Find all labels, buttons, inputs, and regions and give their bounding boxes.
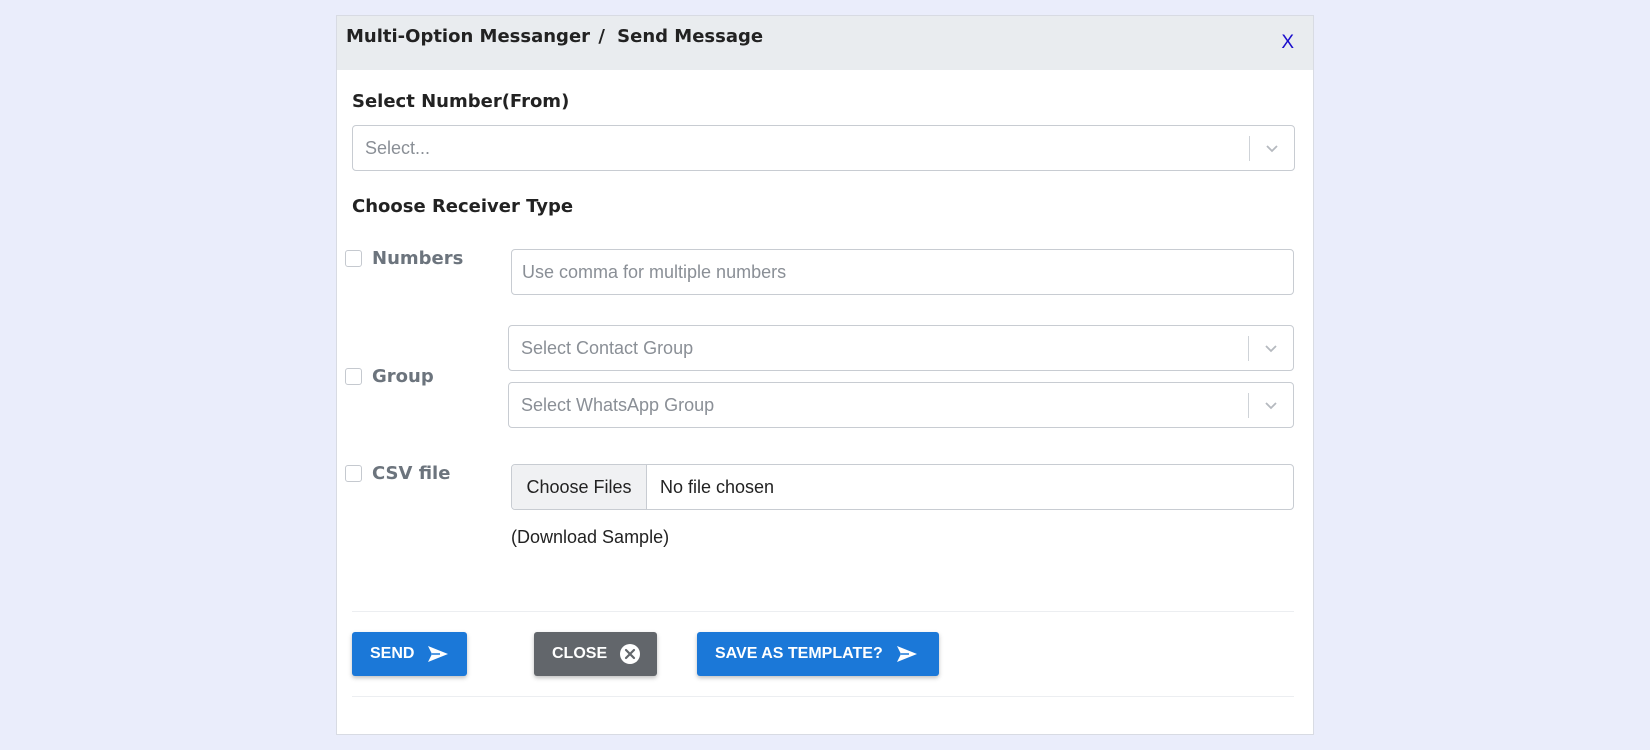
chevron-down-icon (1266, 145, 1278, 153)
save-template-label: SAVE AS TEMPLATE? (715, 645, 883, 662)
send-button[interactable]: SEND (352, 632, 467, 676)
download-sample-link[interactable]: (Download Sample) (511, 527, 669, 548)
contact-group-select[interactable]: Select Contact Group (508, 325, 1294, 371)
from-number-placeholder: Select... (365, 138, 431, 158)
close-button-label: CLOSE (552, 645, 608, 662)
chevron-down-icon (1265, 402, 1277, 410)
select-number-label: Select Number(From) (352, 91, 570, 112)
contact-group-placeholder: Select Contact Group (521, 338, 694, 358)
send-arrow-icon (896, 646, 917, 662)
modal-close-button[interactable]: X (1281, 32, 1294, 54)
numbers-label: Numbers (372, 248, 464, 269)
from-number-select[interactable]: Select... (352, 125, 1295, 171)
csv-file-input[interactable]: Choose Files No file chosen (511, 464, 1294, 510)
breadcrumb-current: Send Message (617, 26, 764, 47)
send-arrow-icon (428, 646, 449, 662)
footer-divider-top (352, 611, 1294, 612)
chevron-down-icon (1265, 345, 1277, 353)
save-as-template-button[interactable]: SAVE AS TEMPLATE? (697, 632, 939, 676)
group-label: Group (372, 366, 434, 387)
file-status: No file chosen (660, 477, 775, 497)
circle-x-icon (620, 644, 641, 664)
modal-header: Multi-Option Messanger / Send Message X (337, 16, 1313, 70)
numbers-checkbox[interactable] (345, 250, 362, 267)
receiver-type-label: Choose Receiver Type (352, 196, 574, 217)
select-divider (1248, 393, 1249, 418)
breadcrumb-root: Multi-Option Messanger (346, 26, 591, 47)
send-button-label: SEND (370, 645, 415, 662)
close-button[interactable]: CLOSE (534, 632, 657, 676)
whatsapp-group-placeholder: Select WhatsApp Group (521, 395, 715, 415)
breadcrumb: Multi-Option Messanger / Send Message (346, 26, 763, 47)
csv-checkbox[interactable] (345, 465, 362, 482)
breadcrumb-separator: / (598, 26, 605, 47)
select-divider (1248, 336, 1249, 361)
send-message-modal: Multi-Option Messanger / Send Message X … (336, 15, 1314, 735)
select-divider (1249, 136, 1250, 161)
numbers-input[interactable] (511, 249, 1294, 295)
group-checkbox[interactable] (345, 368, 362, 385)
whatsapp-group-select[interactable]: Select WhatsApp Group (508, 382, 1294, 428)
choose-files-button[interactable]: Choose Files (512, 465, 647, 509)
csv-label: CSV file (372, 463, 451, 484)
footer-divider-bottom (352, 696, 1294, 697)
